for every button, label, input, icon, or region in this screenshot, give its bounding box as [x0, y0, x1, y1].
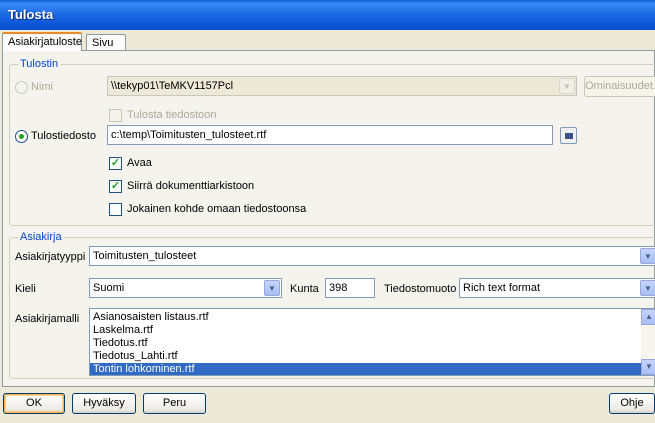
radio-selected-dot: [19, 134, 24, 139]
template-scrollbar[interactable]: ▲ ▼: [641, 309, 655, 375]
document-group-legend: Asiakirja: [18, 231, 64, 243]
municipality-input[interactable]: 398: [325, 278, 375, 298]
browse-folder-icon[interactable]: [560, 127, 577, 144]
language-value: Suomi: [93, 282, 125, 294]
open-label: Avaa: [127, 157, 152, 169]
document-type-label: Asiakirjatyyppi: [15, 251, 86, 263]
document-group: Asiakirja Asiakirjatyyppi Toimitusten_tu…: [9, 231, 655, 379]
chevron-down-icon[interactable]: ▼: [640, 280, 655, 296]
printer-value: \\tekyp01\TeMKV1157Pcl: [111, 80, 234, 92]
printer-group: Tulostin Nimi \\tekyp01\TeMKV1157Pcl ▼ O…: [9, 58, 655, 226]
print-to-file-checkbox[interactable]: [109, 109, 122, 122]
each-item-checkbox[interactable]: [109, 203, 122, 216]
properties-button[interactable]: Ominaisuudet...: [584, 76, 655, 97]
document-type-select[interactable]: Toimitusten_tulosteet ▼: [89, 246, 655, 266]
output-file-label: Tulostiedosto: [31, 130, 97, 142]
format-value: Rich text format: [463, 282, 541, 294]
chevron-down-icon[interactable]: ▼: [641, 359, 655, 375]
printer-radio[interactable]: [15, 81, 28, 94]
tab-sivu[interactable]: Sivu: [86, 34, 126, 51]
output-file-radio[interactable]: [15, 130, 28, 143]
template-label: Asiakirjamalli: [15, 313, 80, 325]
municipality-label: Kunta: [290, 283, 319, 295]
template-list: Asianosaisten listaus.rtf Laskelma.rtf T…: [90, 309, 655, 375]
chevron-up-icon[interactable]: ▲: [641, 309, 655, 325]
printer-select[interactable]: \\tekyp01\TeMKV1157Pcl ▼: [107, 76, 577, 96]
document-type-value: Toimitusten_tulosteet: [93, 250, 197, 262]
button-bar: OK Hyväksy Peru Ohje: [0, 389, 655, 423]
language-select[interactable]: Suomi ▼: [89, 278, 282, 298]
archive-checkbox[interactable]: ✓: [109, 180, 122, 193]
help-button[interactable]: Ohje: [609, 393, 655, 414]
ok-button[interactable]: OK: [3, 393, 65, 414]
language-label: Kieli: [15, 283, 36, 295]
output-file-input[interactable]: c:\temp\Toimitusten_tulosteet.rtf: [107, 125, 553, 145]
printer-name-label: Nimi: [31, 81, 53, 93]
each-item-label: Jokainen kohde omaan tiedostoonsa: [127, 203, 307, 215]
print-to-file-label: Tulosta tiedostoon: [127, 109, 217, 121]
list-item[interactable]: Laskelma.rtf: [90, 324, 655, 337]
printer-group-legend: Tulostin: [18, 58, 61, 70]
tab-asiakirjatuloste[interactable]: Asiakirjatuloste: [2, 32, 82, 51]
accept-button[interactable]: Hyväksy: [72, 393, 136, 414]
chevron-down-icon[interactable]: ▼: [264, 280, 280, 296]
format-select[interactable]: Rich text format ▼: [459, 278, 655, 298]
open-checkbox[interactable]: ✓: [109, 157, 122, 170]
window-title: Tulosta: [0, 0, 655, 30]
cancel-button[interactable]: Peru: [143, 393, 206, 414]
template-listbox[interactable]: Asianosaisten listaus.rtf Laskelma.rtf T…: [89, 308, 655, 376]
tab-panel: Tulostin Nimi \\tekyp01\TeMKV1157Pcl ▼ O…: [2, 50, 655, 387]
list-item-selected[interactable]: Tontin lohkominen.rtf: [90, 363, 655, 375]
list-item[interactable]: Asianosaisten listaus.rtf: [90, 311, 655, 324]
archive-label: Siirrä dokumenttiarkistoon: [127, 180, 255, 192]
list-item[interactable]: Tiedotus.rtf: [90, 337, 655, 350]
format-label: Tiedostomuoto: [384, 283, 457, 295]
chevron-down-icon[interactable]: ▼: [559, 78, 575, 94]
list-item[interactable]: Tiedotus_Lahti.rtf: [90, 350, 655, 363]
chevron-down-icon[interactable]: ▼: [640, 248, 655, 264]
